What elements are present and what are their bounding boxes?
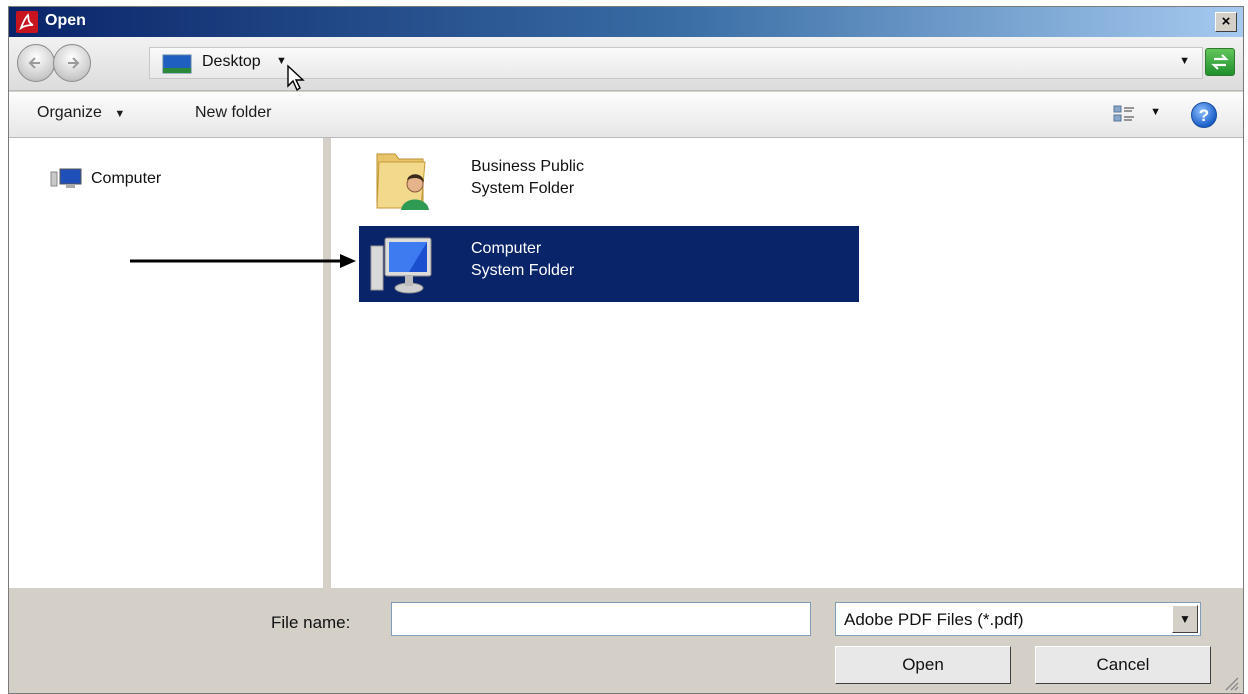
address-history-dropdown-icon[interactable]: ▼ — [1179, 55, 1190, 67]
file-item-type: System Folder — [471, 262, 575, 279]
desktop-icon — [162, 54, 192, 74]
nav-item-label: Computer — [91, 170, 162, 187]
file-item-computer-selected[interactable]: Computer System Folder — [359, 226, 859, 302]
dialog-footer: File name: Adobe PDF Files (*.pdf) ▼ Ope… — [9, 588, 1243, 693]
navigation-pane: Computer — [9, 138, 327, 588]
title-bar: Open × — [9, 7, 1243, 37]
refresh-icon — [1211, 54, 1229, 70]
cancel-button[interactable]: Cancel — [1035, 646, 1211, 684]
computer-icon — [50, 168, 82, 188]
file-type-value: Adobe PDF Files (*.pdf) — [844, 610, 1024, 629]
organize-button[interactable]: Organize ▼ — [37, 104, 125, 122]
file-list: Business Public System Folder Computer S… — [331, 138, 1243, 588]
nav-item-computer[interactable]: Computer — [49, 168, 161, 190]
file-name-input[interactable] — [391, 602, 811, 636]
close-button[interactable]: × — [1215, 12, 1237, 32]
resize-grip-icon[interactable] — [1223, 675, 1239, 691]
file-item-name: Business Public — [471, 158, 584, 175]
views-icon[interactable] — [1113, 104, 1135, 124]
address-box[interactable]: Desktop ▼ ▼ — [149, 47, 1203, 79]
address-bar: Desktop ▼ ▼ — [9, 37, 1243, 91]
back-arrow-icon — [28, 57, 40, 69]
open-button[interactable]: Open — [835, 646, 1011, 684]
address-location: Desktop — [202, 53, 261, 70]
adobe-pdf-icon — [16, 11, 38, 33]
forward-button[interactable] — [53, 44, 91, 82]
user-folder-icon — [376, 153, 429, 210]
close-icon: × — [1221, 13, 1231, 30]
help-icon: ? — [1198, 106, 1210, 125]
file-item-type: System Folder — [471, 180, 575, 197]
help-button[interactable]: ? — [1191, 102, 1217, 128]
file-type-dropdown-icon[interactable]: ▼ — [1172, 605, 1198, 633]
views-dropdown-icon[interactable]: ▼ — [1150, 106, 1161, 118]
file-type-select[interactable]: Adobe PDF Files (*.pdf) ▼ — [835, 602, 1201, 636]
back-button[interactable] — [17, 44, 55, 82]
refresh-button[interactable] — [1205, 48, 1235, 76]
new-folder-button[interactable]: New folder — [195, 104, 271, 122]
chevron-down-icon[interactable]: ▼ — [276, 55, 287, 67]
file-item-name: Computer — [471, 240, 542, 257]
chevron-down-icon: ▼ — [114, 108, 126, 120]
file-name-label: File name: — [271, 613, 351, 632]
organize-label: Organize — [37, 104, 102, 121]
forward-arrow-icon — [68, 57, 80, 69]
command-toolbar: Organize ▼ New folder ▼ ? — [9, 92, 1243, 138]
open-dialog: Open × Desktop ▼ ▼ Organize ▼ New folder… — [8, 6, 1244, 694]
computer-monitor-icon — [370, 237, 432, 294]
file-item-business-public[interactable]: Business Public System Folder — [359, 144, 859, 220]
window-title: Open — [45, 12, 86, 29]
